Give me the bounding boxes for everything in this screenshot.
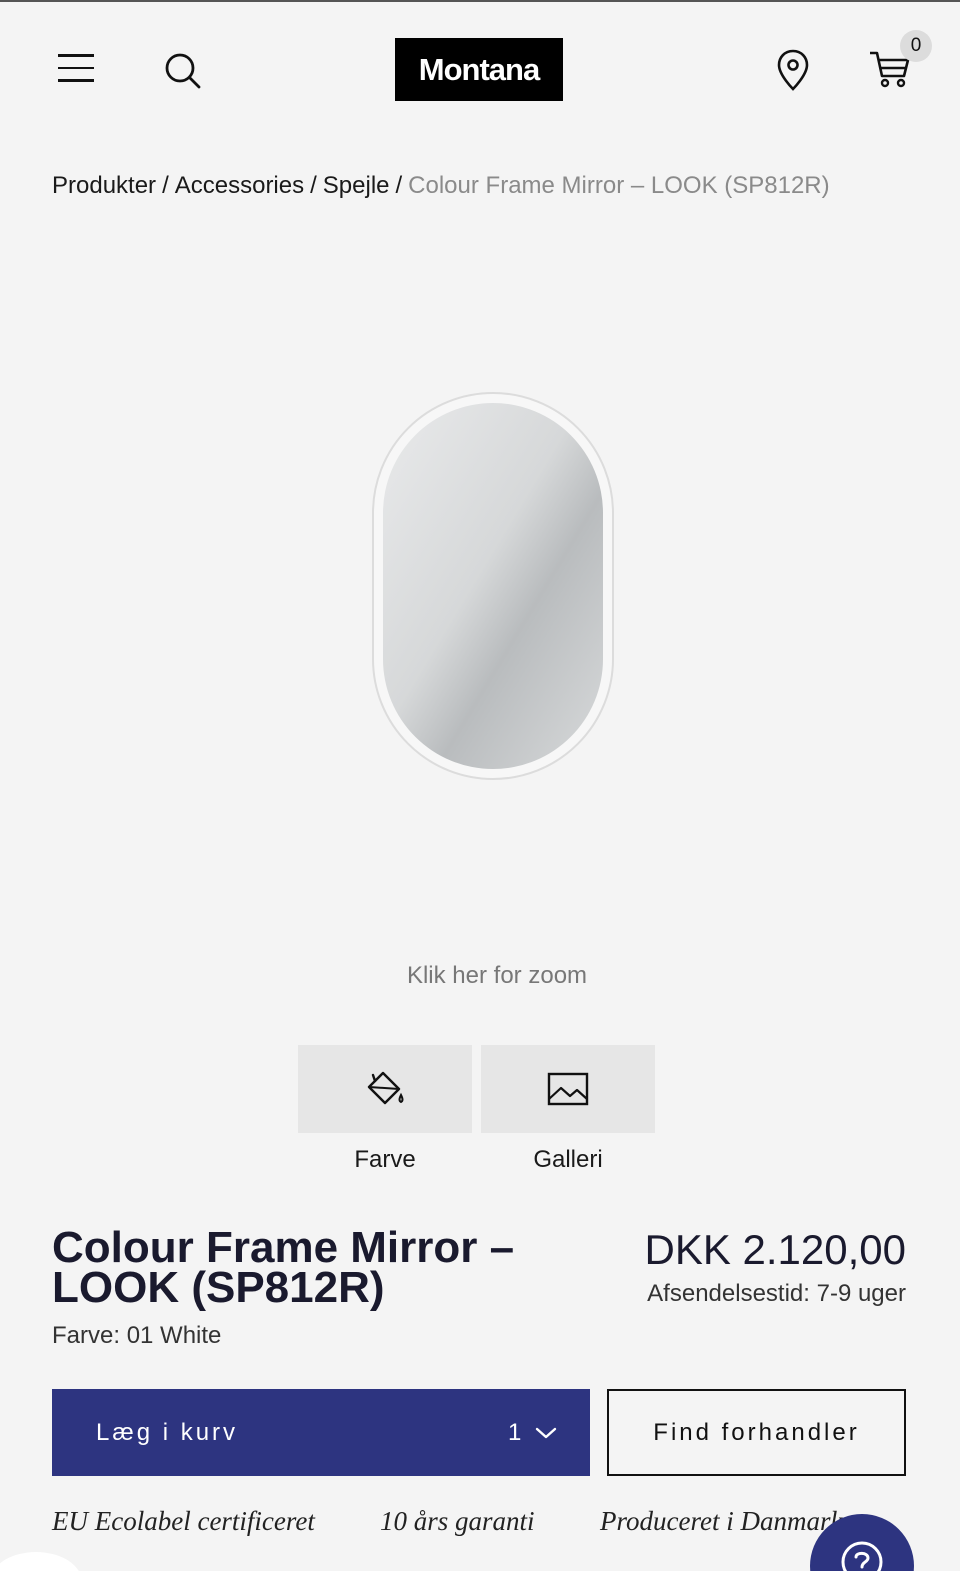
breadcrumb-produkter[interactable]: Produkter xyxy=(52,172,156,199)
breadcrumb-current: Colour Frame Mirror – LOOK (SP812R) xyxy=(408,172,830,199)
zoom-hint[interactable]: Klik her for zoom xyxy=(0,962,960,990)
quantity-select[interactable]: 1 xyxy=(508,1389,578,1476)
hamburger-menu-icon[interactable] xyxy=(58,54,98,88)
usp-warranty: 10 års garanti xyxy=(380,1506,535,1536)
site-header: Montana 0 xyxy=(0,2,960,132)
breadcrumb-separator: / xyxy=(395,172,403,199)
paint-bucket-icon xyxy=(367,1071,404,1105)
quantity-value: 1 xyxy=(508,1418,522,1446)
cookie-widget-edge[interactable] xyxy=(0,1552,82,1571)
usp-made-in-denmark: Produceret i Danmark xyxy=(600,1506,843,1536)
chevron-down-icon xyxy=(536,1427,557,1438)
color-option-label[interactable]: Farve xyxy=(298,1146,472,1174)
product-color-info: Farve: 01 White xyxy=(52,1322,221,1350)
breadcrumb-accessories[interactable]: Accessories xyxy=(175,172,304,199)
breadcrumb: Produkter / Accessories / Spejle / Colour Fram… xyxy=(52,172,830,200)
breadcrumb-separator: / xyxy=(310,172,317,199)
cart-count-badge: 0 xyxy=(900,30,932,62)
store-locator-pin-icon[interactable] xyxy=(776,48,810,92)
search-icon[interactable] xyxy=(162,50,204,92)
usp-ecolabel: EU Ecolabel certificeret xyxy=(52,1506,315,1536)
breadcrumb-spejle[interactable]: Spejle xyxy=(323,172,390,199)
product-price: DKK 2.120,00 xyxy=(644,1226,906,1273)
montana-logo[interactable]: Montana xyxy=(395,38,563,101)
gallery-option-label[interactable]: Galleri xyxy=(481,1146,655,1174)
image-gallery-icon xyxy=(547,1072,589,1106)
color-option-tile[interactable] xyxy=(298,1045,472,1133)
find-dealer-button[interactable]: Find forhandler xyxy=(607,1389,906,1476)
add-to-cart-button[interactable]: Læg i kurv 1 xyxy=(52,1389,590,1476)
breadcrumb-separator: / xyxy=(162,172,169,199)
product-color-label: Farve: xyxy=(52,1322,121,1349)
shipping-time: Afsendelsestid: 7-9 uger xyxy=(647,1280,906,1307)
product-color-value: 01 White xyxy=(126,1322,222,1349)
product-image-mirror[interactable] xyxy=(370,390,616,782)
product-title: Colour Frame Mirror – LOOK (SP812R) xyxy=(52,1223,515,1312)
gallery-option-tile[interactable] xyxy=(481,1045,655,1133)
add-to-cart-label: Læg i kurv xyxy=(96,1418,239,1446)
question-mark-icon xyxy=(841,1541,883,1571)
